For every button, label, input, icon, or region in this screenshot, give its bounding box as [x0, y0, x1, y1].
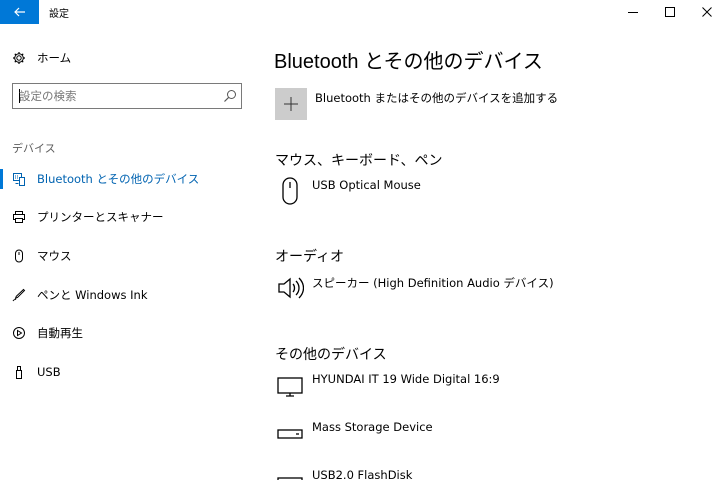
- close-icon: [702, 7, 712, 17]
- back-arrow-icon: [13, 7, 25, 17]
- device-name: USB2.0 FlashDisk: [312, 468, 413, 480]
- search-box[interactable]: [12, 83, 242, 109]
- mouse-icon: [276, 176, 304, 206]
- device-name: Mass Storage Device: [312, 420, 433, 434]
- sidebar-item-pen[interactable]: ペンと Windows Ink: [0, 281, 256, 309]
- sidebar-item-printers[interactable]: プリンターとスキャナー: [0, 203, 256, 231]
- sidebar-item-autoplay[interactable]: 自動再生: [0, 319, 256, 347]
- sidebar-item-label: マウス: [37, 249, 72, 263]
- printer-icon: [12, 210, 26, 224]
- mouse-icon: [12, 249, 26, 263]
- sidebar-item-label: USB: [37, 365, 61, 379]
- device-item[interactable]: USB Optical Mouse: [274, 176, 714, 210]
- back-button[interactable]: [0, 0, 39, 24]
- bluetooth-devices-icon: [12, 172, 26, 186]
- sidebar-item-label: 自動再生: [37, 326, 83, 340]
- minimize-icon: [628, 12, 638, 13]
- autoplay-icon: [12, 326, 26, 340]
- device-name: HYUNDAI IT 19 Wide Digital 16:9: [312, 372, 500, 386]
- sidebar-item-label: プリンターとスキャナー: [37, 210, 164, 224]
- sidebar-item-bluetooth[interactable]: Bluetooth とその他のデバイス: [0, 165, 256, 193]
- device-name: USB Optical Mouse: [312, 178, 421, 192]
- device-name: スピーカー (High Definition Audio デバイス): [312, 276, 554, 290]
- usb-icon: [12, 365, 26, 379]
- group-heading-other: その他のデバイス: [275, 347, 387, 363]
- group-heading-audio: オーディオ: [275, 249, 345, 265]
- sidebar-item-label: ペンと Windows Ink: [37, 288, 148, 302]
- sidebar-item-mouse[interactable]: マウス: [0, 242, 256, 270]
- minimize-button[interactable]: [613, 0, 653, 24]
- sidebar-item-usb[interactable]: USB: [0, 358, 256, 386]
- sidebar: ホーム デバイス Bluetooth とその他のデバイス: [0, 24, 256, 480]
- maximize-button[interactable]: [650, 0, 690, 24]
- window-title: 設定: [49, 9, 69, 20]
- active-indicator: [0, 169, 3, 189]
- add-device-button[interactable]: [275, 88, 307, 120]
- sidebar-item-label: Bluetooth とその他のデバイス: [37, 172, 200, 186]
- search-input[interactable]: [15, 86, 215, 106]
- drive-icon: [276, 418, 304, 448]
- close-button[interactable]: [687, 0, 724, 24]
- page-title: Bluetooth とその他のデバイス: [274, 51, 543, 73]
- sidebar-item-home[interactable]: ホーム: [0, 44, 256, 72]
- device-item[interactable]: Mass Storage Device: [274, 418, 714, 452]
- device-item[interactable]: スピーカー (High Definition Audio デバイス): [274, 273, 714, 307]
- plus-icon: [284, 97, 298, 111]
- search-icon[interactable]: [223, 89, 237, 103]
- group-heading-input: マウス、キーボード、ペン: [275, 153, 443, 169]
- title-bar: 設定: [0, 0, 724, 24]
- device-item[interactable]: USB2.0 FlashDisk: [274, 466, 714, 480]
- main-content: Bluetooth とその他のデバイス Bluetooth またはその他のデバイ…: [274, 24, 724, 480]
- add-device-label[interactable]: Bluetooth またはその他のデバイスを追加する: [315, 90, 558, 106]
- monitor-icon: [276, 370, 304, 400]
- gear-icon: [12, 51, 26, 65]
- maximize-icon: [665, 7, 675, 17]
- speaker-icon: [276, 273, 304, 303]
- device-item[interactable]: HYUNDAI IT 19 Wide Digital 16:9: [274, 370, 714, 404]
- drive-icon: [276, 466, 304, 480]
- section-label: デバイス: [12, 142, 56, 155]
- sidebar-item-label: ホーム: [37, 51, 72, 65]
- pen-icon: [12, 288, 26, 302]
